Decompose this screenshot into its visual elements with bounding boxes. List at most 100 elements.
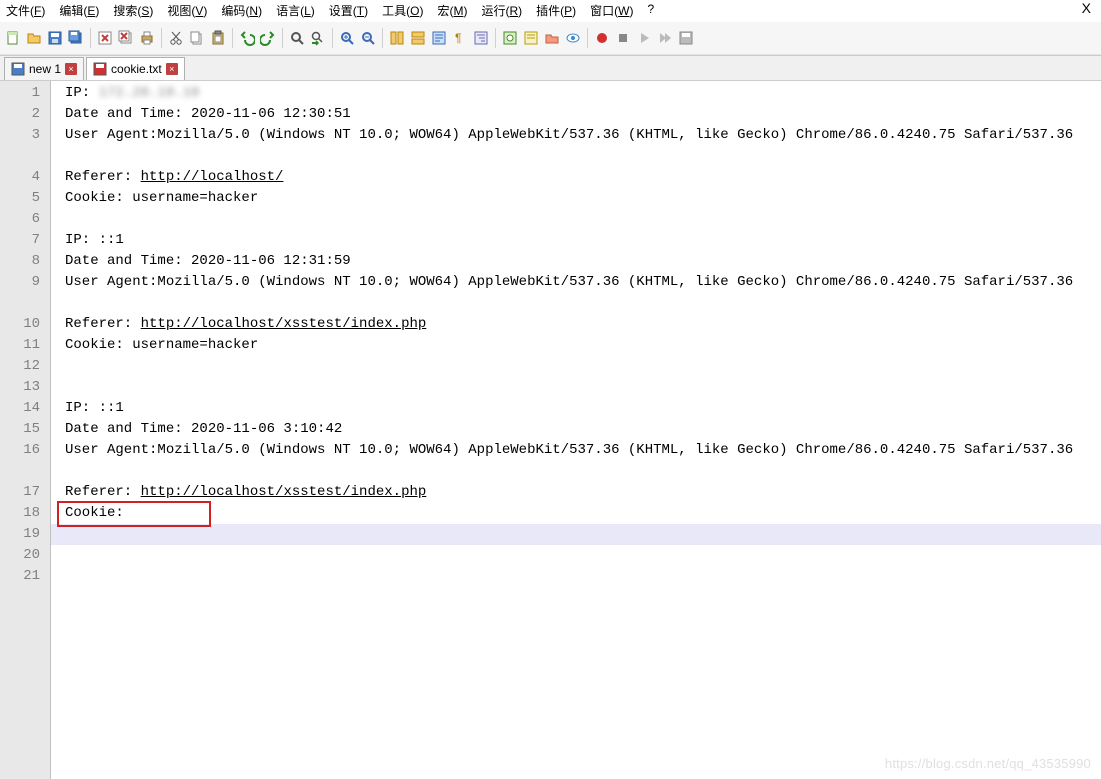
link-text[interactable]: http://localhost/xsstest/index.php bbox=[141, 484, 427, 500]
line-number: 8 bbox=[0, 251, 50, 272]
code-line[interactable] bbox=[51, 545, 1101, 566]
tab-label: cookie.txt bbox=[111, 62, 162, 76]
svg-text:¶: ¶ bbox=[455, 31, 461, 45]
menu-item[interactable]: 搜索(S) bbox=[111, 2, 155, 22]
code-line[interactable] bbox=[51, 377, 1101, 398]
record-macro-icon[interactable] bbox=[593, 29, 611, 47]
new-file-icon[interactable] bbox=[4, 29, 22, 47]
menu-item[interactable]: ? bbox=[645, 2, 656, 22]
print-icon[interactable] bbox=[138, 29, 156, 47]
close-all-icon[interactable] bbox=[117, 29, 135, 47]
toolbar: ¶ bbox=[0, 22, 1101, 55]
line-number: 14 bbox=[0, 398, 50, 419]
code-line[interactable]: Cookie: username=hacker bbox=[51, 188, 1101, 209]
file-tab[interactable]: cookie.txt × bbox=[86, 57, 185, 80]
menu-item[interactable]: 语言(L) bbox=[274, 2, 317, 22]
undo-icon[interactable] bbox=[238, 29, 256, 47]
menu-item[interactable]: 运行(R) bbox=[479, 2, 524, 22]
code-line[interactable]: User Agent:Mozilla/5.0 (Windows NT 10.0;… bbox=[51, 272, 1101, 314]
menu-item[interactable]: 窗口(W) bbox=[588, 2, 635, 22]
toolbar-sep bbox=[495, 28, 496, 48]
line-number: 21 bbox=[0, 566, 50, 587]
code-line[interactable]: Cookie: username=hacker bbox=[51, 335, 1101, 356]
line-number: 9 bbox=[0, 272, 50, 314]
menu-item[interactable]: 编码(N) bbox=[219, 2, 264, 22]
line-number: 12 bbox=[0, 356, 50, 377]
zoom-out-icon[interactable] bbox=[359, 29, 377, 47]
toolbar-sep bbox=[282, 28, 283, 48]
tab-close-icon[interactable]: × bbox=[65, 63, 77, 75]
code-line[interactable] bbox=[51, 209, 1101, 230]
tab-close-icon[interactable]: × bbox=[166, 63, 178, 75]
code-line[interactable]: IP: 172.20.10.10 bbox=[51, 83, 1101, 104]
sync-v-icon[interactable] bbox=[388, 29, 406, 47]
menu-item[interactable]: 文件(F) bbox=[4, 2, 47, 22]
play-macro-icon[interactable] bbox=[635, 29, 653, 47]
code-line[interactable]: IP: ::1 bbox=[51, 230, 1101, 251]
code-line[interactable]: Referer: http://localhost/xsstest/index.… bbox=[51, 314, 1101, 335]
line-number: 20 bbox=[0, 545, 50, 566]
save-icon[interactable] bbox=[46, 29, 64, 47]
menu-item[interactable]: 编辑(E) bbox=[57, 2, 101, 22]
doc-map-icon[interactable] bbox=[522, 29, 540, 47]
code-line[interactable]: Date and Time: 2020-11-06 12:31:59 bbox=[51, 251, 1101, 272]
tab-label: new 1 bbox=[29, 62, 61, 76]
sync-h-icon[interactable] bbox=[409, 29, 427, 47]
save-macro-icon[interactable] bbox=[677, 29, 695, 47]
redo-icon[interactable] bbox=[259, 29, 277, 47]
saved-file-icon bbox=[11, 62, 25, 76]
line-number: 18 bbox=[0, 503, 50, 524]
find-icon[interactable] bbox=[288, 29, 306, 47]
code-line[interactable]: Date and Time: 2020-11-06 12:30:51 bbox=[51, 104, 1101, 125]
line-number: 4 bbox=[0, 167, 50, 188]
line-number: 6 bbox=[0, 209, 50, 230]
zoom-in-icon[interactable] bbox=[338, 29, 356, 47]
run-multi-icon[interactable] bbox=[656, 29, 674, 47]
code-line[interactable]: Referer: http://localhost/xsstest/index.… bbox=[51, 482, 1101, 503]
code-line[interactable]: User Agent:Mozilla/5.0 (Windows NT 10.0;… bbox=[51, 440, 1101, 482]
code-line[interactable]: Referer: http://localhost/ bbox=[51, 167, 1101, 188]
tabbar: new 1 × cookie.txt × bbox=[0, 55, 1101, 81]
code-line[interactable]: Cookie: bbox=[51, 503, 1101, 524]
save-all-icon[interactable] bbox=[67, 29, 85, 47]
link-text[interactable]: http://localhost/ bbox=[141, 169, 284, 185]
indent-guide-icon[interactable] bbox=[472, 29, 490, 47]
folder-as-workspace-icon[interactable] bbox=[543, 29, 561, 47]
toolbar-sep bbox=[161, 28, 162, 48]
code-line[interactable]: Date and Time: 2020-11-06 3:10:42 bbox=[51, 419, 1101, 440]
monitor-icon[interactable] bbox=[564, 29, 582, 47]
paste-icon[interactable] bbox=[209, 29, 227, 47]
replace-icon[interactable] bbox=[309, 29, 327, 47]
code-line[interactable] bbox=[51, 566, 1101, 587]
code-line[interactable] bbox=[51, 356, 1101, 377]
code-line[interactable] bbox=[51, 524, 1101, 545]
lang-icon[interactable] bbox=[501, 29, 519, 47]
toolbar-sep bbox=[587, 28, 588, 48]
cut-icon[interactable] bbox=[167, 29, 185, 47]
code-area[interactable]: IP: 172.20.10.10Date and Time: 2020-11-0… bbox=[51, 81, 1101, 779]
open-folder-icon[interactable] bbox=[25, 29, 43, 47]
show-all-chars-icon[interactable]: ¶ bbox=[451, 29, 469, 47]
code-line[interactable]: IP: ::1 bbox=[51, 398, 1101, 419]
line-number: 19 bbox=[0, 524, 50, 545]
menu-item[interactable]: 工具(O) bbox=[380, 2, 425, 22]
file-tab[interactable]: new 1 × bbox=[4, 57, 84, 80]
line-number: 16 bbox=[0, 440, 50, 482]
wrap-icon[interactable] bbox=[430, 29, 448, 47]
menu-item[interactable]: 插件(P) bbox=[534, 2, 578, 22]
link-text[interactable]: http://localhost/xsstest/index.php bbox=[141, 316, 427, 332]
toolbar-sep bbox=[332, 28, 333, 48]
line-number: 17 bbox=[0, 482, 50, 503]
menu-item[interactable]: 宏(M) bbox=[435, 2, 469, 22]
line-number: 7 bbox=[0, 230, 50, 251]
menu-item[interactable]: 视图(V) bbox=[165, 2, 209, 22]
unsaved-file-icon bbox=[93, 62, 107, 76]
copy-icon[interactable] bbox=[188, 29, 206, 47]
code-line[interactable]: User Agent:Mozilla/5.0 (Windows NT 10.0;… bbox=[51, 125, 1101, 167]
menu-item[interactable]: 设置(T) bbox=[327, 2, 370, 22]
close-icon[interactable]: X bbox=[1082, 0, 1091, 16]
close-file-icon[interactable] bbox=[96, 29, 114, 47]
editor: 123456789101112131415161718192021 IP: 17… bbox=[0, 81, 1101, 779]
stop-macro-icon[interactable] bbox=[614, 29, 632, 47]
line-number: 3 bbox=[0, 125, 50, 167]
